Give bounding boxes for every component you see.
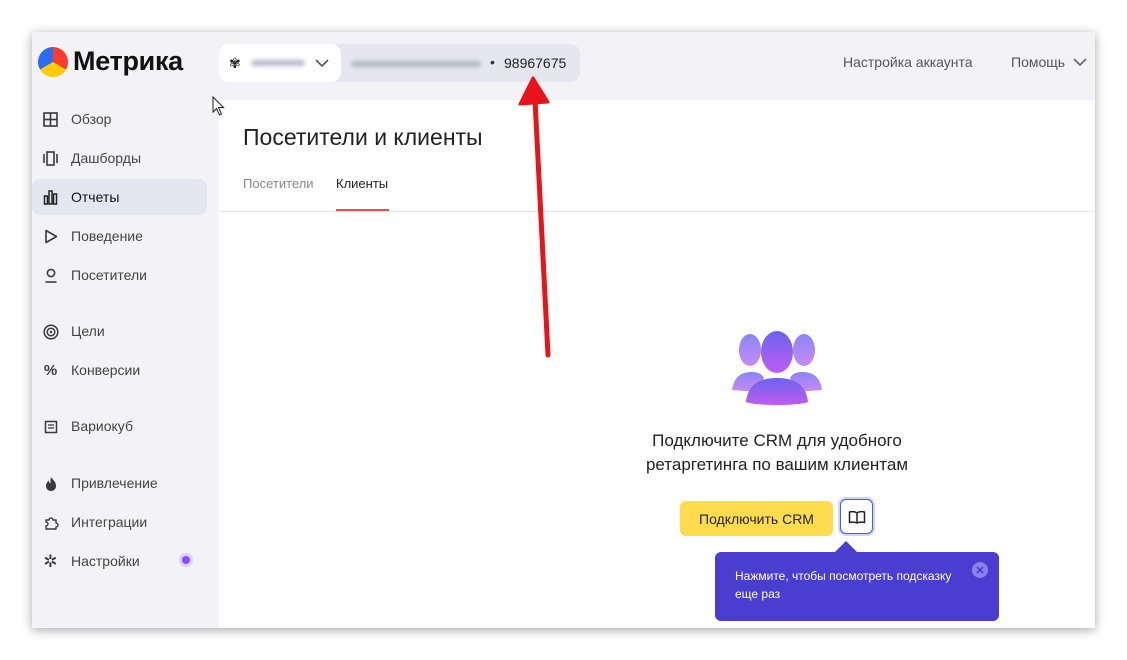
sidebar-item-goals[interactable]: Цели	[32, 313, 207, 349]
connect-crm-button[interactable]: Подключить CRM	[680, 501, 833, 536]
tab-clients[interactable]: Клиенты	[336, 176, 388, 191]
hint-tooltip: Нажмите, чтобы посмотреть подсказку еще …	[715, 552, 999, 621]
sidebar-item-integrations[interactable]: Интеграции	[32, 504, 207, 540]
sidebar-item-label: Отчеты	[71, 189, 120, 205]
sidebar-item-acquisition[interactable]: Привлечение	[32, 465, 207, 501]
chevron-down-icon	[1073, 57, 1087, 66]
dashboards-icon	[42, 150, 59, 167]
tooltip-text: Нажмите, чтобы посмотреть подсказку еще …	[735, 569, 952, 601]
percent-icon: %	[43, 362, 58, 379]
people-group-icon	[732, 331, 822, 405]
counter-dropdown[interactable]: ✾	[219, 44, 341, 82]
target-icon	[42, 323, 59, 340]
sidebar-item-overview[interactable]: Обзор	[32, 101, 207, 137]
metrika-logo-icon	[38, 46, 68, 77]
play-icon	[42, 228, 59, 245]
grid-icon	[42, 111, 59, 128]
sidebar-item-label: Поведение	[71, 228, 143, 244]
metrika-logo[interactable]: Метрика	[38, 46, 183, 77]
sidebar-item-label: Обзор	[71, 111, 112, 127]
sidebar-item-behavior[interactable]: Поведение	[32, 218, 207, 254]
sidebar-item-settings[interactable]: ✲ Настройки	[32, 543, 207, 579]
counter-id: 98967675	[504, 55, 567, 71]
bar-chart-icon	[42, 189, 59, 206]
sidebar-item-label: Дашборды	[71, 150, 141, 166]
gear-icon: ✲	[43, 551, 58, 571]
sidebar-item-label: Посетители	[71, 267, 147, 283]
sidebar-item-label: Интеграции	[71, 514, 148, 530]
help-book-button[interactable]	[840, 499, 873, 534]
sidebar-item-variocube[interactable]: Вариокуб	[32, 408, 207, 444]
chevron-down-icon	[315, 58, 329, 67]
sidebar-item-label: Конверсии	[71, 362, 141, 378]
cube-icon	[42, 418, 59, 435]
help-menu[interactable]: Помощь	[1011, 54, 1087, 70]
separator-dot: •	[490, 54, 495, 70]
top-header: Метрика ✾ • 98967675 Настройка аккаунта …	[32, 32, 1095, 100]
sidebar: Обзор Дашборды Отчеты Поведение Посетите…	[32, 100, 219, 628]
puzzle-icon	[42, 514, 59, 531]
sidebar-item-reports[interactable]: Отчеты	[32, 179, 207, 215]
help-label: Помощь	[1011, 54, 1066, 70]
sidebar-item-label: Вариокуб	[71, 418, 133, 434]
close-icon[interactable]	[972, 562, 988, 578]
sidebar-item-label: Цели	[71, 323, 105, 339]
sidebar-item-visitors[interactable]: Посетители	[32, 257, 207, 293]
account-settings-link[interactable]: Настройка аккаунта	[843, 54, 973, 70]
tab-visitors[interactable]: Посетители	[243, 176, 314, 191]
sidebar-item-label: Привлечение	[71, 475, 158, 491]
sidebar-item-conversions[interactable]: % Конверсии	[32, 352, 207, 388]
empty-state-title: Подключите CRM для удобного ретаргетинга…	[645, 431, 909, 474]
person-icon	[42, 267, 59, 284]
mouse-cursor-icon	[212, 96, 225, 116]
counter-name-blurred	[250, 60, 305, 66]
counter-site-blurred	[351, 61, 481, 67]
tabs-divider	[219, 211, 1095, 212]
sidebar-item-label: Настройки	[71, 553, 140, 569]
book-icon	[848, 510, 865, 524]
logo-text: Метрика	[73, 46, 183, 76]
sidebar-item-dashboards[interactable]: Дашборды	[32, 140, 207, 176]
flame-icon	[42, 475, 59, 492]
counter-favicon-icon: ✾	[229, 54, 241, 71]
app-window: Метрика ✾ • 98967675 Настройка аккаунта …	[32, 32, 1095, 628]
page-title: Посетители и клиенты	[243, 124, 483, 150]
notification-dot	[182, 556, 190, 564]
counter-selector[interactable]: ✾ • 98967675	[219, 44, 580, 82]
